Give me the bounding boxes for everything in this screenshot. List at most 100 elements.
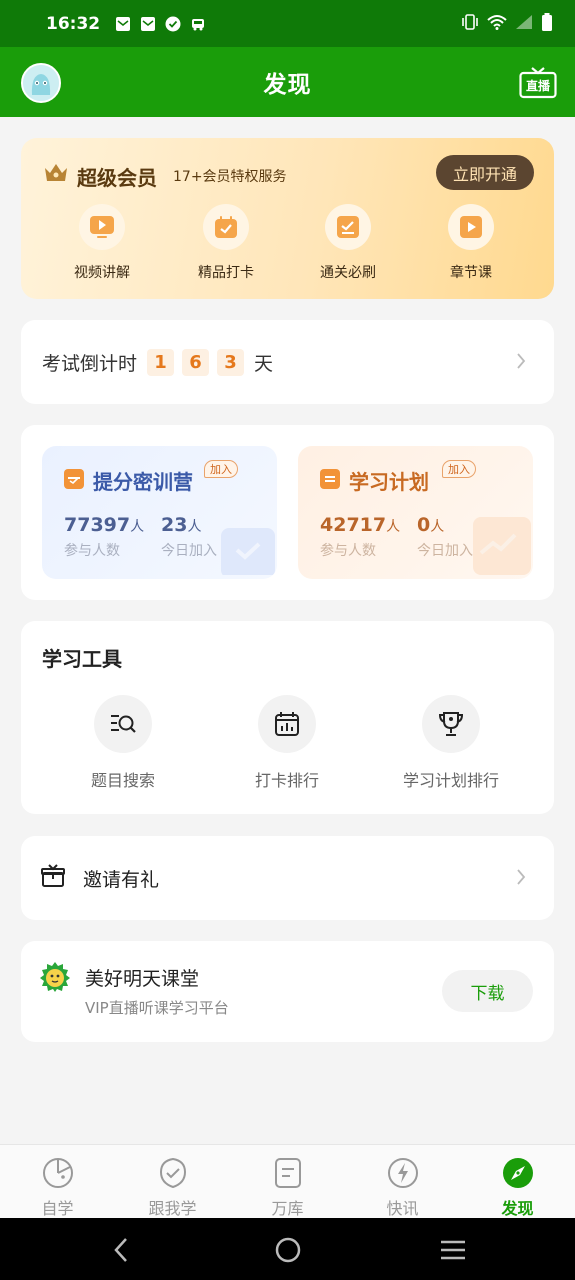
stat-number: 77397 [64,514,131,536]
tab-library[interactable]: 万库 [230,1157,345,1219]
stat-caption: 参与人数 [320,543,376,559]
countdown-digit: 1 [147,348,175,376]
crown-icon [43,161,69,189]
recents-icon[interactable] [438,1235,468,1265]
vip-item-video[interactable]: 视频讲解 [52,204,152,282]
bolt-icon [387,1158,418,1188]
status-bar: 16:32 [0,0,575,47]
avatar[interactable] [21,63,61,103]
tab-label: 快讯 [386,1199,419,1218]
stat-number: 0 [417,514,431,536]
stat-caption: 今日加入 [417,543,473,559]
app-name: 美好明天课堂 [85,968,200,990]
plan-icon [320,469,340,489]
chevron-right-icon [516,352,526,374]
countdown-unit: 天 [254,352,274,375]
wifi-icon [487,14,507,34]
invite-card[interactable]: 邀请有礼 [21,836,554,920]
vip-card[interactable]: 超级会员 17+会员特权服务 立即开通 视频讲解 精品打卡 通关必刷 章节课 [21,138,554,299]
tool-label: 打卡排行 [254,771,319,790]
system-nav-bar [0,1218,575,1280]
search-list-icon [94,695,152,753]
calendar-chart-icon [258,695,316,753]
tab-label: 跟我学 [148,1199,197,1218]
countdown-digit: 6 [182,348,210,376]
video-play-icon [79,204,125,250]
trophy-icon [422,695,480,753]
tools-title: 学习工具 [42,647,122,671]
countdown-digit: 3 [217,348,245,376]
calendar-watermark-icon [217,520,277,579]
app-description: VIP直播听课学习平台 [85,999,229,1017]
camp-training[interactable]: 提分密训营 加入 77397人 参与人数 23人 今日加入 [42,446,277,579]
lion-logo-icon [39,961,71,993]
vip-title: 超级会员 [77,166,157,190]
vip-item-label: 通关必刷 [320,265,376,281]
camp-stat: 0人 今日加入 [417,514,473,560]
tab-discover[interactable]: 发现 [460,1157,575,1219]
tool-plan-rank[interactable]: 学习计划排行 [371,695,531,791]
invite-label: 邀请有礼 [83,868,160,891]
camp-plan[interactable]: 学习计划 加入 42717人 参与人数 0人 今日加入 [298,446,533,579]
app-bar: 发现 直播 [0,47,575,117]
pie-icon [42,1158,73,1188]
countdown-label: 考试倒计时 [42,352,138,375]
chevron-right-icon [516,868,526,890]
stat-number: 42717 [320,514,387,536]
vip-item-label: 精品打卡 [198,265,254,281]
mail-icon [139,15,156,32]
compass-icon [502,1158,533,1188]
status-time: 16:32 [46,13,101,34]
live-label: 直播 [525,79,550,93]
camp-title: 学习计划 [349,470,429,494]
calendar-check-icon [203,204,249,250]
tab-label: 万库 [271,1199,304,1218]
check-circle-icon [164,15,181,32]
tab-label: 发现 [501,1199,534,1218]
tab-label: 自学 [41,1199,74,1218]
exam-countdown-card[interactable]: 考试倒计时 1 6 3 天 [21,320,554,404]
home-icon[interactable] [273,1235,303,1265]
stat-unit: 人 [430,519,445,535]
tab-self-study[interactable]: 自学 [0,1157,115,1219]
tool-label: 题目搜索 [90,771,155,790]
camps-card: 提分密训营 加入 77397人 参与人数 23人 今日加入 学习计划 加入 42… [21,425,554,600]
join-badge[interactable]: 加入 [204,460,238,478]
shield-check-icon [159,1157,186,1189]
stat-unit: 人 [386,519,401,535]
vip-item-label: 视频讲解 [74,265,130,281]
checklist-icon [325,204,371,250]
camp-stat: 77397人 参与人数 [64,514,144,560]
stat-unit: 人 [130,519,145,535]
stat-unit: 人 [187,519,202,535]
battery-icon [541,12,553,35]
signal-icon [515,14,533,34]
camp-title: 提分密训营 [93,470,193,494]
calendar-icon [64,469,84,489]
camp-stat: 42717人 参与人数 [320,514,400,560]
vip-item-course[interactable]: 章节课 [421,204,521,282]
vip-subtitle: 17+会员特权服务 [173,169,287,185]
car-icon [189,15,206,32]
page-title: 发现 [263,72,312,98]
join-badge[interactable]: 加入 [442,460,476,478]
document-icon [274,1158,301,1188]
vip-item-practice[interactable]: 通关必刷 [298,204,398,282]
tool-question-search[interactable]: 题目搜索 [43,695,203,791]
download-button[interactable]: 下载 [442,970,533,1012]
bottom-tab-bar: 自学 跟我学 万库 快讯 发现 [0,1144,575,1218]
tool-checkin-rank[interactable]: 打卡排行 [207,695,367,791]
tab-follow-me[interactable]: 跟我学 [115,1157,230,1219]
stat-caption: 今日加入 [161,543,217,559]
chart-watermark-icon [469,513,533,579]
stat-caption: 参与人数 [64,543,120,559]
vip-item-checkin[interactable]: 精品打卡 [176,204,276,282]
vip-open-button[interactable]: 立即开通 [436,155,534,190]
camp-stat: 23人 今日加入 [161,514,217,560]
course-play-icon [448,204,494,250]
tab-news[interactable]: 快讯 [345,1157,460,1219]
back-icon[interactable] [106,1235,136,1265]
live-button[interactable]: 直播 [519,67,557,99]
study-tools-card: 学习工具 题目搜索 打卡排行 学习计划排行 [21,621,554,814]
stat-number: 23 [161,514,188,536]
